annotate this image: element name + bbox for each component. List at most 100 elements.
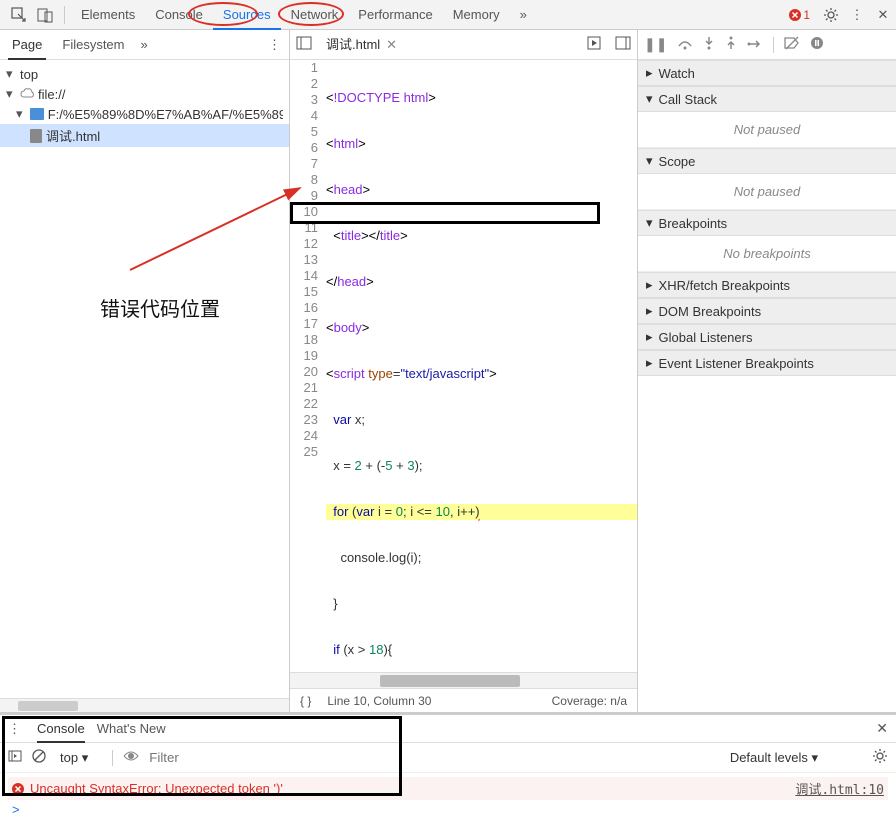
section-callstack[interactable]: ▾Call Stack [638, 86, 896, 112]
cloud-icon [20, 87, 34, 101]
scope-body: Not paused [638, 174, 896, 210]
error-message: Uncaught SyntaxError: Unexpected token '… [30, 781, 283, 796]
code-lines[interactable]: <!DOCTYPE html> <html> <head> <title></t… [326, 60, 637, 672]
code-editor[interactable]: 1234567891011121314151617181920212223242… [290, 60, 637, 672]
pause-icon[interactable]: ❚❚ [644, 36, 667, 53]
drawer-tab-whatsnew[interactable]: What's New [97, 715, 166, 743]
file-tree: ▾ top ▾ file:// ▾ F:/%E5%89%8D%E7%AB%AF/… [0, 60, 289, 698]
tab-sources[interactable]: Sources [213, 0, 281, 30]
clear-console-icon[interactable] [32, 749, 46, 766]
more-menu-icon[interactable]: ⋮ [848, 6, 866, 24]
section-scope[interactable]: ▾Scope [638, 148, 896, 174]
console-prompt[interactable]: > [8, 800, 888, 819]
tree-root-label: top [20, 67, 38, 82]
error-source-link[interactable]: 调试.html:10 [795, 779, 884, 798]
editor-pane: 调试.html ✕ 123456789101112131415161718192… [290, 30, 638, 712]
navigator-tab-filesystem[interactable]: Filesystem [58, 30, 128, 60]
live-expression-icon[interactable] [123, 750, 139, 765]
errors-badge[interactable]: 1 [789, 8, 810, 22]
section-watch[interactable]: ▸Watch [638, 60, 896, 86]
tab-performance[interactable]: Performance [348, 0, 442, 30]
tab-console[interactable]: Console [145, 0, 213, 30]
deactivate-breakpoints-icon[interactable] [784, 36, 800, 53]
chevron-right-icon: ▸ [646, 329, 653, 345]
debugger-pane: ❚❚ ▸Watch ▾Call Stack Not paused ▾Scope … [638, 30, 896, 712]
step-icon[interactable] [747, 37, 763, 53]
console-error-line[interactable]: Uncaught SyntaxError: Unexpected token '… [8, 777, 888, 800]
close-drawer-icon[interactable]: ✕ [876, 720, 888, 737]
inspect-icon[interactable] [10, 6, 28, 24]
cursor-position: Line 10, Column 30 [327, 694, 431, 708]
section-breakpoints[interactable]: ▾Breakpoints [638, 210, 896, 236]
tab-network[interactable]: Network [281, 0, 349, 30]
console-toolbar: top ▾ Default levels ▾ [0, 743, 896, 773]
drawer-tab-console[interactable]: Console [37, 715, 85, 743]
navigator-tab-page[interactable]: Page [8, 30, 46, 60]
chevron-right-icon: ▸ [646, 277, 653, 293]
tabs-more[interactable]: » [510, 0, 537, 30]
editor-hscroll[interactable] [290, 672, 637, 688]
tree-domain-label: file:// [38, 87, 65, 102]
file-tab-label: 调试.html [326, 30, 380, 60]
coverage-status: Coverage: n/a [552, 694, 627, 708]
tab-elements[interactable]: Elements [71, 0, 145, 30]
settings-icon[interactable] [822, 6, 840, 24]
step-over-icon[interactable] [677, 37, 693, 53]
chevron-right-icon: ▸ [646, 65, 653, 81]
separator [64, 6, 65, 24]
file-tab-active[interactable]: 调试.html ✕ [320, 30, 403, 60]
log-levels-selector[interactable]: Default levels ▾ [726, 748, 832, 768]
device-mode-icon[interactable] [36, 6, 54, 24]
tree-file-label: 调试.html [46, 126, 100, 145]
console-sidebar-toggle-icon[interactable] [8, 750, 22, 765]
folder-icon [30, 108, 44, 120]
editor-file-tabs: 调试.html ✕ [290, 30, 637, 60]
tree-file[interactable]: 调试.html [0, 124, 289, 147]
pretty-print-icon[interactable]: { } [300, 694, 311, 708]
chevron-down-icon: ▾ [646, 153, 653, 169]
navigator-hscroll[interactable] [0, 698, 289, 712]
navigator-pane: Page Filesystem » ⋮ ▾ top ▾ file:// ▾ F:… [0, 30, 290, 712]
run-snippet-icon[interactable] [587, 36, 601, 53]
console-filter-input[interactable] [149, 750, 269, 765]
section-global-listeners[interactable]: ▸Global Listeners [638, 324, 896, 350]
console-settings-icon[interactable] [872, 748, 888, 767]
navigator-tab-more[interactable]: » [141, 37, 257, 52]
scroll-thumb[interactable] [380, 675, 520, 687]
tree-domain[interactable]: ▾ file:// [0, 84, 289, 104]
drawer-menu-icon[interactable]: ⋮ [8, 721, 25, 737]
error-icon [12, 783, 24, 795]
step-into-icon[interactable] [703, 36, 715, 53]
chevron-down-icon: ▾ [6, 86, 16, 102]
chevron-down-icon: ▾ [646, 215, 653, 231]
section-dom[interactable]: ▸DOM Breakpoints [638, 298, 896, 324]
close-devtools-icon[interactable]: ✕ [874, 6, 892, 24]
chevron-down-icon: ▾ [16, 106, 26, 122]
navigator-menu-icon[interactable]: ⋮ [268, 37, 289, 53]
sources-main-area: Page Filesystem » ⋮ ▾ top ▾ file:// ▾ F:… [0, 30, 896, 713]
chevron-down-icon: ▾ [646, 91, 653, 107]
chevron-right-icon: ▸ [646, 303, 653, 319]
breakpoints-body: No breakpoints [638, 236, 896, 272]
devtools-main-tabs: Elements Console Sources Network Perform… [0, 0, 896, 30]
section-xhr[interactable]: ▸XHR/fetch Breakpoints [638, 272, 896, 298]
debugger-toolbar: ❚❚ [638, 30, 896, 60]
file-icon [30, 129, 42, 143]
editor-status-bar: { } Line 10, Column 30 Coverage: n/a [290, 688, 637, 712]
callstack-body: Not paused [638, 112, 896, 148]
scroll-thumb[interactable] [18, 701, 78, 711]
context-selector[interactable]: top ▾ [56, 748, 102, 768]
show-navigator-icon[interactable] [296, 36, 312, 53]
navigator-tabs: Page Filesystem » ⋮ [0, 30, 289, 60]
annotation-error-line-box [290, 202, 600, 224]
close-file-icon[interactable]: ✕ [386, 30, 397, 60]
chevron-down-icon: ▾ [6, 66, 16, 82]
tree-root[interactable]: ▾ top [0, 64, 289, 84]
line-gutter[interactable]: 1234567891011121314151617181920212223242… [290, 60, 326, 672]
section-event-listener[interactable]: ▸Event Listener Breakpoints [638, 350, 896, 376]
show-debugger-icon[interactable] [615, 36, 631, 53]
tab-memory[interactable]: Memory [443, 0, 510, 30]
step-out-icon[interactable] [725, 36, 737, 53]
tree-folder[interactable]: ▾ F:/%E5%89%8D%E7%AB%AF/%E5%89 [0, 104, 289, 124]
pause-on-exceptions-icon[interactable] [810, 36, 824, 53]
